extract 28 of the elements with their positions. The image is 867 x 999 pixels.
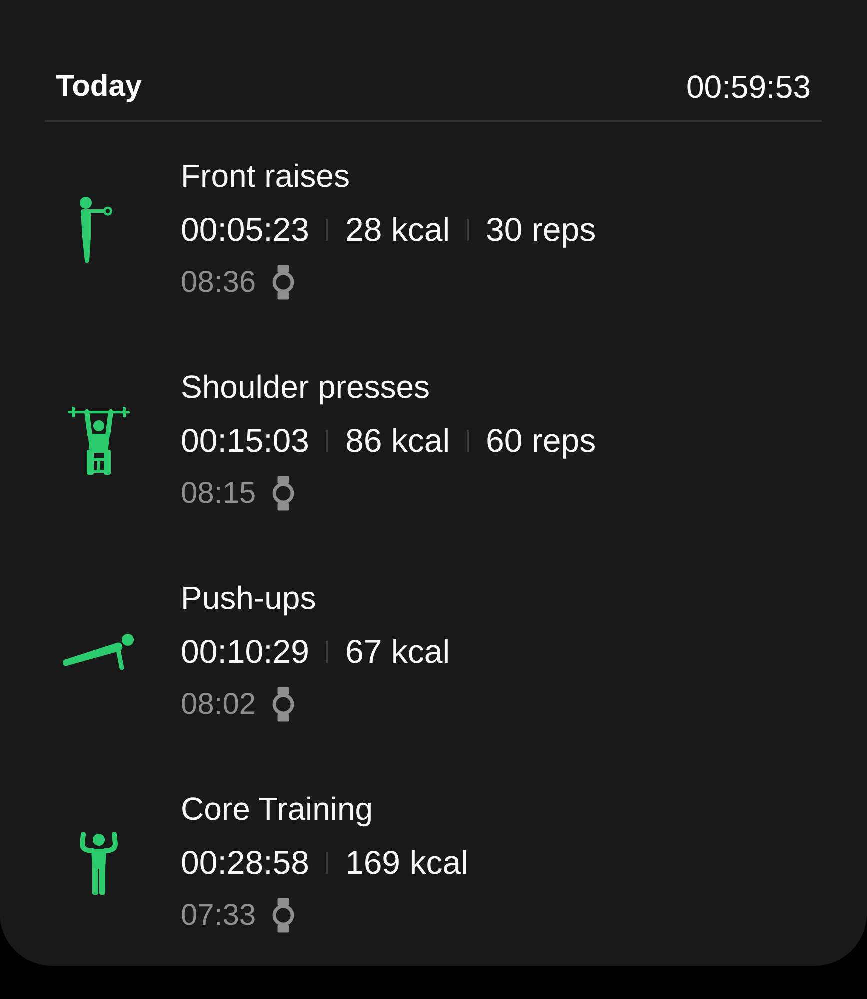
stat-value: 00:28:58 xyxy=(181,844,310,882)
workout-name: Push-ups xyxy=(181,580,316,617)
watch-icon xyxy=(272,476,296,511)
person-lifting-barbell-icon xyxy=(68,406,130,474)
start-time: 08:02 xyxy=(181,688,256,722)
workout-name: Shoulder presses xyxy=(181,369,430,406)
stat-value: 67 kcal xyxy=(345,632,450,670)
stat-value: 00:15:03 xyxy=(181,422,310,460)
workout-name: Core Training xyxy=(181,791,374,828)
start-time: 07:33 xyxy=(181,898,256,932)
person-flexing-icon xyxy=(78,830,120,894)
stat-value: 169 kcal xyxy=(345,844,468,882)
workout-name: Front raises xyxy=(181,158,350,195)
stat-value: 00:10:29 xyxy=(181,632,310,670)
person-holding-weight-icon xyxy=(77,196,113,262)
watch-icon xyxy=(272,687,296,722)
stat-value: 86 kcal xyxy=(345,422,450,460)
stat-value: 00:05:23 xyxy=(181,210,310,248)
stat-value: 60 reps xyxy=(486,422,596,460)
person-push-up-icon xyxy=(63,632,135,670)
total-duration: 00:59:53 xyxy=(686,68,811,106)
watch-icon xyxy=(272,898,296,933)
watch-icon xyxy=(272,265,296,300)
stat-value: 30 reps xyxy=(486,210,596,248)
stat-value: 28 kcal xyxy=(345,210,450,248)
section-title: Today xyxy=(56,70,142,104)
start-time: 08:36 xyxy=(181,266,256,300)
start-time: 08:15 xyxy=(181,476,256,510)
